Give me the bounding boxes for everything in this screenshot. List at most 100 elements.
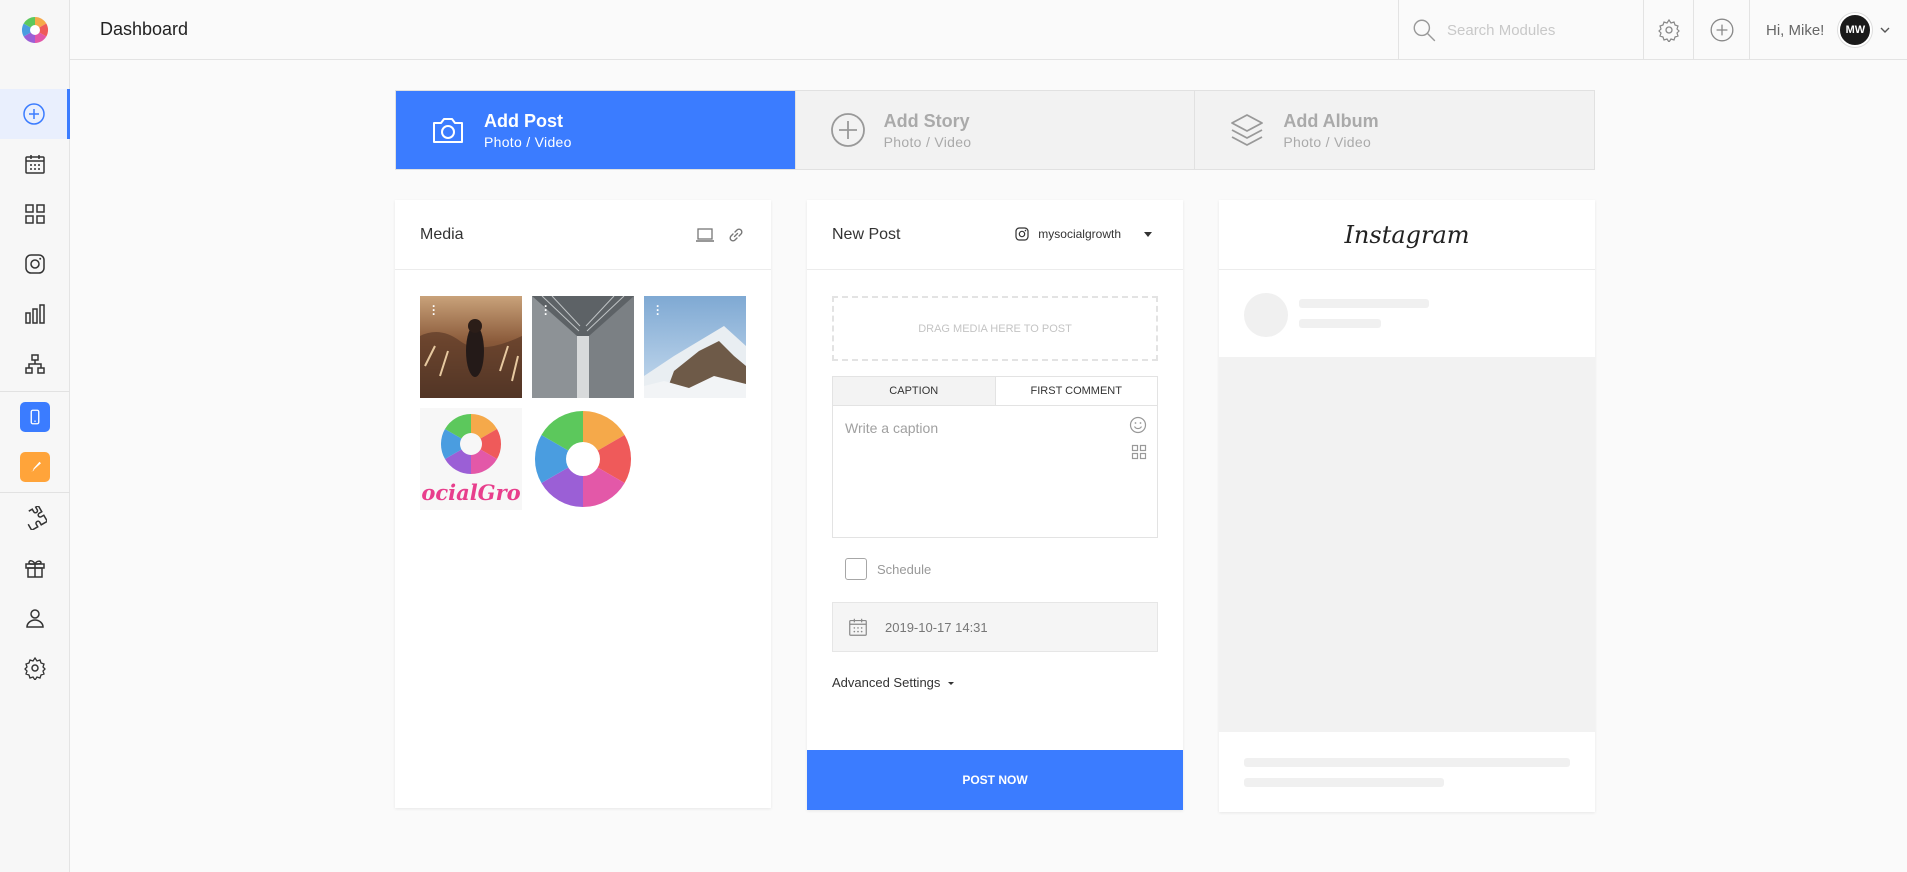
grid-icon bbox=[25, 204, 45, 224]
account-selector[interactable]: mysocialgrowth bbox=[1014, 226, 1153, 242]
media-panel-header: Media bbox=[395, 200, 771, 270]
media-thumb-socialgrowth-logo[interactable]: ocialGro bbox=[420, 408, 522, 510]
calendar-icon bbox=[849, 618, 867, 636]
search-icon bbox=[1413, 19, 1436, 42]
sidebar-item-grid[interactable] bbox=[0, 189, 70, 239]
caret-down-icon bbox=[948, 681, 955, 685]
media-thumb-aperture-logo[interactable] bbox=[532, 408, 634, 510]
sidebar-item-mobile-app[interactable] bbox=[0, 392, 70, 442]
top-header: Dashboard Hi, Mike! MW bbox=[70, 0, 1907, 60]
grid-icon[interactable] bbox=[1131, 444, 1147, 460]
more-icon[interactable]: · · · bbox=[656, 300, 660, 320]
bar-chart-icon bbox=[25, 304, 45, 324]
preview-location-placeholder bbox=[1299, 319, 1381, 328]
layers-icon bbox=[1231, 114, 1264, 146]
design-badge bbox=[20, 452, 50, 482]
sitemap-icon bbox=[25, 354, 45, 374]
tab-first-comment[interactable]: First Comment bbox=[996, 377, 1158, 405]
instagram-wordmark: Instagram bbox=[1219, 200, 1595, 270]
new-post-header: New Post mysocialgrowth bbox=[807, 200, 1183, 270]
tab-title: Add Story bbox=[883, 110, 970, 131]
sidebar-item-instagram[interactable] bbox=[0, 239, 70, 289]
mobile-app-badge bbox=[20, 402, 50, 432]
add-button[interactable] bbox=[1693, 0, 1749, 60]
computer-upload-icon[interactable] bbox=[695, 226, 715, 244]
settings-button[interactable] bbox=[1643, 0, 1693, 60]
search-input[interactable] bbox=[1447, 21, 1637, 39]
media-drop-zone[interactable]: Drag media here to post bbox=[832, 296, 1158, 361]
schedule-date-field[interactable]: 2019-10-17 14:31 bbox=[832, 602, 1158, 652]
caption-input[interactable] bbox=[833, 406, 1103, 526]
tab-caption[interactable]: Caption bbox=[833, 377, 996, 405]
sidebar-item-team[interactable] bbox=[0, 593, 70, 643]
media-thumb-mountain[interactable]: · · · bbox=[644, 296, 746, 398]
calendar-icon bbox=[25, 155, 45, 174]
sidebar-item-calendar[interactable] bbox=[0, 139, 70, 189]
media-panel-title: Media bbox=[420, 225, 464, 243]
caption-box bbox=[832, 406, 1158, 538]
media-thumb-wheat-field[interactable]: · · · bbox=[420, 296, 522, 398]
page-title: Dashboard bbox=[100, 19, 189, 39]
tab-subtitle: Photo / Video bbox=[484, 133, 572, 150]
account-name: mysocialgrowth bbox=[1038, 227, 1121, 241]
mobile-app-icon bbox=[30, 409, 40, 425]
gift-icon bbox=[25, 560, 45, 578]
puzzle-icon bbox=[27, 506, 47, 530]
sidebar-item-add-post[interactable] bbox=[0, 89, 70, 139]
preview-avatar-placeholder bbox=[1244, 293, 1288, 337]
instagram-preview-panel: Instagram bbox=[1219, 200, 1595, 812]
tab-add-story[interactable]: Add Story Photo / Video bbox=[795, 91, 1196, 169]
tab-title: Add Post bbox=[484, 110, 563, 131]
media-thumb-architecture[interactable]: · · · bbox=[532, 296, 634, 398]
tab-title: Add Album bbox=[1283, 110, 1379, 131]
post-now-button[interactable]: Post Now bbox=[807, 750, 1183, 810]
more-icon[interactable]: · · · bbox=[544, 300, 548, 320]
user-greeting: Hi, Mike! bbox=[1766, 21, 1825, 39]
plus-circle-icon bbox=[830, 113, 865, 147]
instagram-icon bbox=[25, 254, 45, 274]
chevron-down-icon[interactable] bbox=[1878, 23, 1892, 37]
caret-down-icon bbox=[1144, 232, 1152, 237]
sidebar-item-structure[interactable] bbox=[0, 339, 70, 389]
camera-icon bbox=[433, 118, 463, 143]
plus-circle-icon bbox=[1710, 18, 1733, 42]
advanced-settings-label: Advanced Settings bbox=[832, 675, 941, 690]
caption-tabs: Caption First Comment bbox=[832, 376, 1158, 406]
new-post-title: New Post bbox=[832, 225, 901, 243]
link-icon[interactable] bbox=[727, 226, 745, 244]
advanced-settings-toggle[interactable]: Advanced Settings bbox=[832, 675, 956, 690]
plus-circle-icon bbox=[22, 103, 45, 125]
sidebar bbox=[0, 0, 70, 872]
schedule-checkbox[interactable] bbox=[845, 558, 867, 580]
preview-caption-placeholder bbox=[1244, 778, 1444, 787]
avatar[interactable]: MW bbox=[1838, 13, 1873, 47]
preview-image-placeholder bbox=[1219, 357, 1595, 732]
more-icon[interactable]: · · · bbox=[432, 300, 436, 320]
emoji-icon[interactable] bbox=[1129, 416, 1147, 434]
tab-subtitle: Photo / Video bbox=[1283, 133, 1372, 150]
logo-aperture bbox=[534, 411, 632, 507]
logo-wordmark: ocialGro bbox=[421, 480, 521, 505]
sidebar-item-integrations[interactable] bbox=[0, 493, 70, 543]
schedule-date-value: 2019-10-17 14:31 bbox=[885, 619, 988, 635]
settings-icon bbox=[24, 656, 46, 680]
sidebar-item-rewards[interactable] bbox=[0, 543, 70, 593]
new-post-panel: New Post mysocialgrowth Drag media here … bbox=[807, 200, 1183, 810]
gear-icon bbox=[1657, 18, 1680, 42]
search-box[interactable] bbox=[1398, 0, 1643, 60]
sidebar-item-settings[interactable] bbox=[0, 643, 70, 693]
tab-add-post[interactable]: Add Post Photo / Video bbox=[396, 91, 796, 169]
brush-icon bbox=[30, 461, 41, 472]
tab-add-album[interactable]: Add Album Photo / Video bbox=[1195, 91, 1595, 169]
tab-subtitle: Photo / Video bbox=[883, 133, 972, 150]
media-panel: Media · · · · · · · · · ocialGro bbox=[395, 200, 771, 808]
preview-caption-placeholder bbox=[1244, 758, 1570, 767]
preview-username-placeholder bbox=[1299, 299, 1429, 308]
app-logo-icon[interactable] bbox=[20, 15, 50, 45]
sidebar-item-analytics[interactable] bbox=[0, 289, 70, 339]
sidebar-item-design[interactable] bbox=[0, 442, 70, 492]
post-type-tabs: Add Post Photo / Video Add Story Photo /… bbox=[395, 90, 1595, 170]
user-menu[interactable]: Hi, Mike! MW bbox=[1749, 0, 1907, 60]
instagram-icon bbox=[1015, 227, 1029, 241]
schedule-toggle[interactable]: Schedule bbox=[845, 558, 931, 580]
